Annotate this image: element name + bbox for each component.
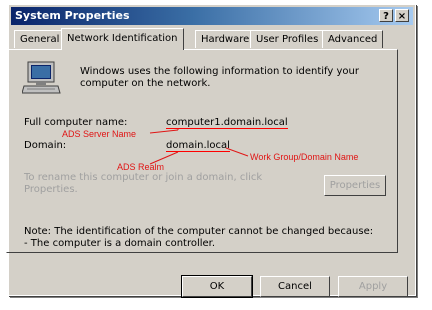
full-computer-name-value: computer1.domain.local <box>166 117 288 129</box>
rename-instructions: To rename this computer or join a domain… <box>24 172 263 195</box>
help-button[interactable]: ? <box>379 9 393 22</box>
tab-advanced-label: Advanced <box>328 34 378 45</box>
note-line-1: Note: The identification of the computer… <box>24 226 374 237</box>
tab-network-identification-label: Network Identification <box>67 33 178 44</box>
tab-general[interactable]: General <box>14 30 66 48</box>
close-button[interactable]: × <box>395 9 409 22</box>
window-title: System Properties <box>15 9 130 22</box>
ok-button-label: OK <box>209 281 225 292</box>
full-computer-name-label: Full computer name: <box>24 117 128 128</box>
title-bar[interactable]: System Properties ? × <box>11 7 413 25</box>
cancel-button[interactable]: Cancel <box>260 276 330 297</box>
tab-user-profiles[interactable]: User Profiles <box>250 30 325 48</box>
apply-button[interactable]: Apply <box>338 276 408 297</box>
tab-hardware[interactable]: Hardware <box>195 30 256 48</box>
tab-user-profiles-label: User Profiles <box>256 34 319 45</box>
tab-general-label: General <box>20 34 60 45</box>
tab-advanced[interactable]: Advanced <box>322 30 384 48</box>
apply-button-label: Apply <box>358 281 388 292</box>
tab-hardware-label: Hardware <box>201 34 250 45</box>
note-text: Note: The identification of the computer… <box>24 226 384 250</box>
tab-strip: General Network Identification Hardware … <box>6 28 426 50</box>
cancel-button-label: Cancel <box>278 281 312 292</box>
annotation-ads-realm: ADS Realm <box>117 162 165 172</box>
close-icon: × <box>397 11 407 22</box>
help-icon: ? <box>383 11 389 22</box>
annotation-workgroup-domain-name: Work Group/Domain Name <box>250 152 359 162</box>
properties-button-label: Properties <box>329 180 381 191</box>
ok-button[interactable]: OK <box>181 275 253 298</box>
properties-button[interactable]: Properties <box>324 175 386 196</box>
domain-value: domain.local <box>166 140 230 152</box>
intro-text: Windows uses the following information t… <box>80 66 359 89</box>
computer-icon <box>22 61 61 94</box>
domain-label: Domain: <box>24 140 67 151</box>
annotation-ads-server-name: ADS Server Name <box>62 129 137 139</box>
note-line-2: - The computer is a domain controller. <box>24 238 216 249</box>
tab-network-identification[interactable]: Network Identification <box>61 28 184 50</box>
